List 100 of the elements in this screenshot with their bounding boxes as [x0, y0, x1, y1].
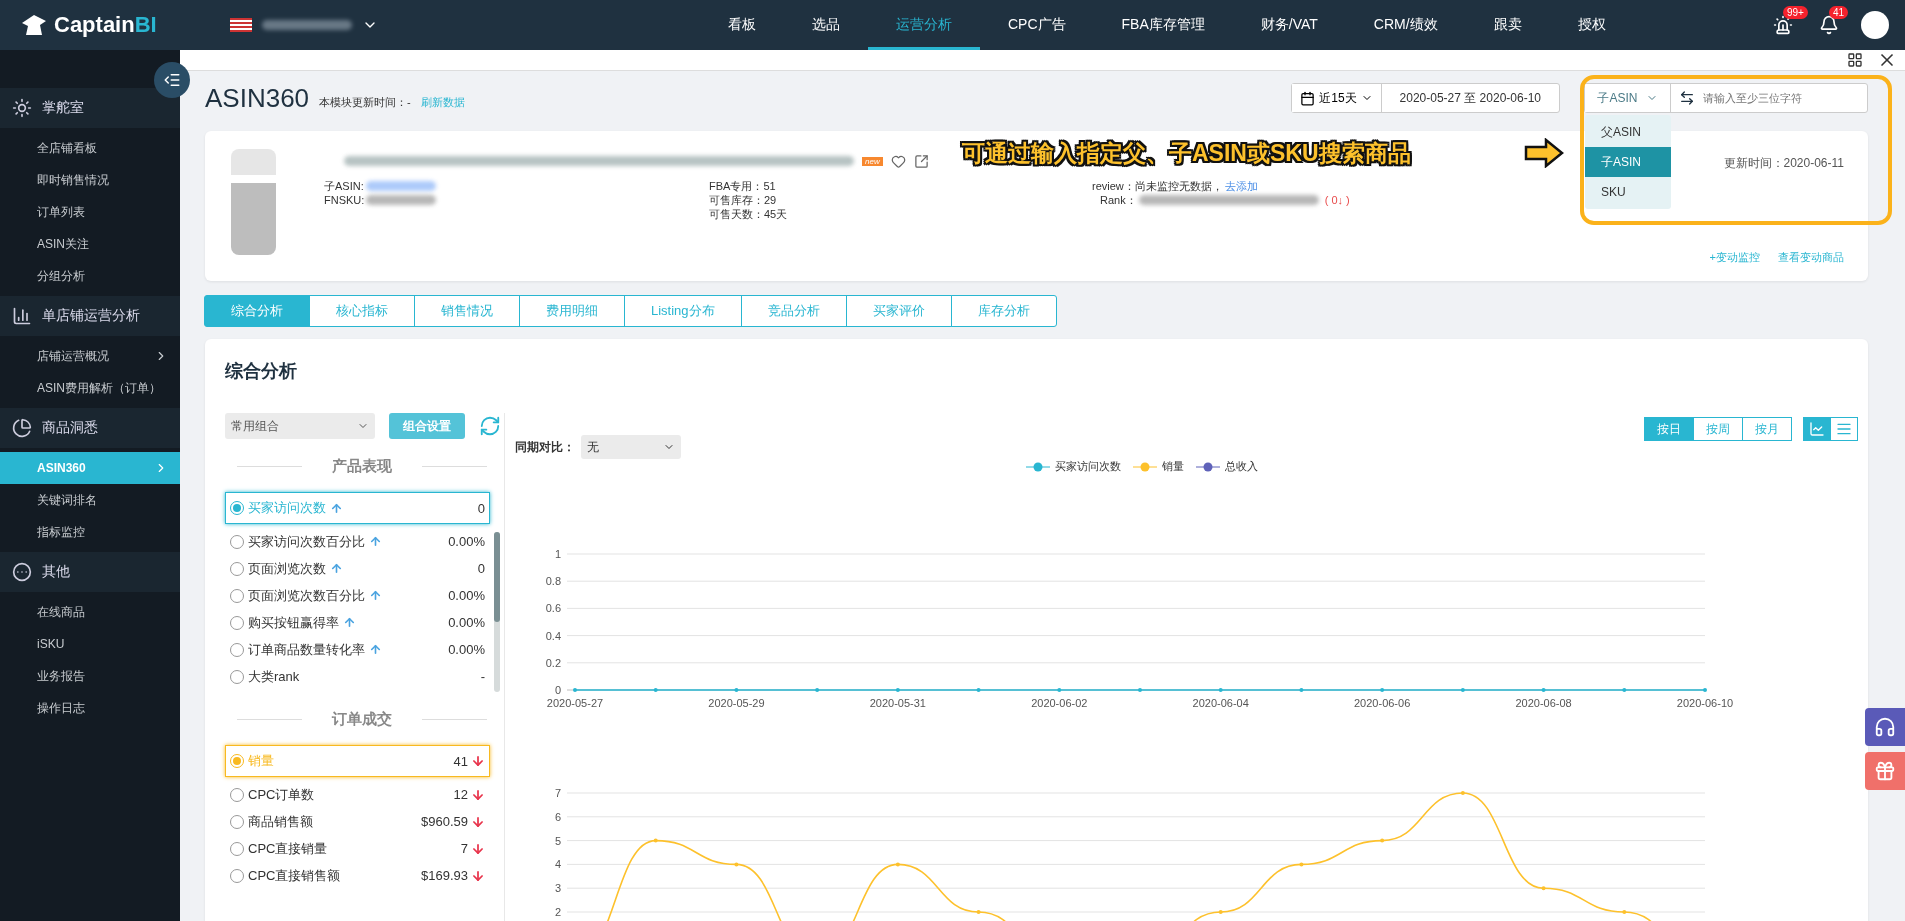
heart-icon[interactable] — [890, 153, 906, 169]
metric-value: 0.00% — [448, 588, 485, 603]
data-point — [1380, 688, 1385, 692]
x-tick-label: 2020-06-04 — [1192, 697, 1249, 709]
type-dropdown[interactable]: 子ASIN — [1585, 84, 1671, 112]
metric-row[interactable]: CPC直接销售额 $169.93 — [225, 862, 490, 889]
legend-label[interactable]: 买家访问次数 — [1054, 459, 1121, 474]
sidebar-group-header[interactable]: 单店铺运营分析 — [0, 296, 180, 336]
metric-row[interactable]: CPC直接销量 7 — [225, 835, 490, 862]
gift-button[interactable] — [1865, 752, 1905, 790]
update-time: 本模块更新时间：- — [319, 94, 411, 110]
alarm-icon[interactable] — [1773, 15, 1793, 35]
metric-label: 订单商品数量转化率 — [248, 640, 365, 659]
bell-icon[interactable] — [1819, 15, 1839, 35]
page-title: ASIN360 — [205, 82, 310, 114]
scrollbar[interactable] — [494, 532, 500, 692]
sidebar-item[interactable]: 业务报告 — [0, 660, 180, 692]
data-point — [734, 862, 739, 867]
section-title: 综合分析 — [224, 360, 298, 383]
data-point — [895, 688, 900, 692]
sidebar-item[interactable]: 在线商品 — [0, 596, 180, 628]
data-point — [1218, 910, 1223, 914]
metric-row[interactable]: 商品销售额 $960.59 — [225, 808, 490, 835]
arrow-up-icon — [369, 535, 382, 548]
refresh-icon[interactable] — [479, 415, 501, 437]
metric-row[interactable]: 页面浏览次数 0 — [225, 555, 490, 582]
metric-row[interactable]: 订单商品数量转化率 0.00% — [225, 636, 490, 663]
metric-row[interactable]: 购买按钮赢得率 0.00% — [225, 609, 490, 636]
y-tick-label: 2 — [554, 906, 561, 918]
line-chart-button[interactable] — [1803, 417, 1831, 441]
swap-icon — [1679, 90, 1695, 106]
sidebar-group-header[interactable]: 商品洞悉 — [0, 408, 180, 448]
metric-row[interactable]: 大类rank - — [225, 663, 490, 690]
nav-item[interactable]: CRM/绩效 — [1345, 0, 1466, 50]
data-point — [653, 688, 658, 692]
sidebar-item[interactable]: 订单列表 — [0, 196, 180, 228]
nav-item[interactable]: FBA库存管理 — [1093, 0, 1233, 50]
menu-item[interactable]: 父ASIN — [1585, 117, 1671, 147]
new-badge: new — [862, 156, 883, 166]
x-tick-label: 2020-05-29 — [708, 697, 765, 709]
menu-item[interactable]: SKU — [1585, 177, 1671, 207]
data-point — [976, 688, 981, 692]
data-point — [653, 838, 658, 843]
sidebar-group-header[interactable]: 其他 — [0, 552, 180, 592]
metric-label: 大类rank — [248, 667, 300, 686]
data-point — [1460, 791, 1465, 795]
combo-select[interactable]: 常用组合 — [225, 413, 375, 439]
metric-value: 0.00% — [448, 615, 485, 630]
metric-row[interactable]: 买家访问次数百分比 0.00% — [225, 528, 490, 555]
avatar[interactable] — [1861, 11, 1889, 39]
metric-label: 销量 — [248, 752, 274, 770]
data-point — [1218, 688, 1223, 692]
sidebar-item[interactable]: 即时销售情况 — [0, 164, 180, 196]
date-picker[interactable]: 近15天 2020-05-27 至 2020-06-10 — [1291, 83, 1560, 113]
grid-icon[interactable] — [1847, 52, 1863, 68]
legend-label[interactable]: 总收入 — [1224, 459, 1258, 474]
metric-value: 0.00% — [448, 642, 485, 657]
field-label: Rank： — [1100, 193, 1137, 207]
sidebar-item[interactable]: 分组分析 — [0, 260, 180, 292]
sidebar-item[interactable]: ASIN费用解析（订单） — [0, 372, 180, 404]
sidebar-item[interactable]: 全店铺看板 — [0, 132, 180, 164]
legend-label[interactable]: 销量 — [1161, 459, 1184, 474]
nav-item[interactable]: 授权 — [1549, 0, 1634, 50]
range-dropdown[interactable]: 近15天 — [1292, 84, 1382, 112]
metric-row[interactable]: 页面浏览次数百分比 0.00% — [225, 582, 490, 609]
nav-item[interactable]: CPC广告 — [980, 0, 1094, 50]
sidebar-item[interactable]: 关键词排名 — [0, 484, 180, 516]
sidebar-group-header[interactable]: 掌舵室 — [0, 88, 180, 128]
sidebar-item[interactable]: ASIN关注 — [0, 228, 180, 260]
external-link-icon[interactable] — [913, 153, 929, 169]
gift-icon — [1874, 760, 1896, 782]
compare-select[interactable]: 无 — [581, 435, 681, 459]
nav-item[interactable]: 跟卖 — [1465, 0, 1550, 50]
add-link[interactable]: 去添加 — [1224, 179, 1258, 193]
nav-item[interactable]: 财务/VAT — [1232, 0, 1346, 50]
sun-icon — [12, 98, 32, 118]
ellipsis-icon — [12, 562, 32, 582]
support-button[interactable] — [1865, 708, 1905, 746]
headset-icon — [1874, 716, 1896, 738]
sidebar-item[interactable]: 店铺运营概况 — [0, 340, 180, 372]
stock-info: 可售库存：29 — [709, 193, 778, 207]
metric-row[interactable]: CPC订单数 12 — [225, 781, 490, 808]
sidebar-item[interactable]: iSKU — [0, 628, 180, 660]
sidebar-item[interactable]: 指标监控 — [0, 516, 180, 548]
table-view-button[interactable] — [1830, 417, 1858, 441]
metric-label: 页面浏览次数 — [248, 559, 326, 578]
arrow-up-icon — [343, 616, 356, 629]
nav-item[interactable]: 看板 — [700, 0, 784, 50]
nav-item[interactable]: 选品 — [784, 0, 868, 50]
data-point — [815, 688, 820, 692]
sidebar-item[interactable]: 操作日志 — [0, 692, 180, 724]
data-point — [976, 910, 981, 914]
menu-item[interactable]: 子ASIN — [1585, 147, 1671, 177]
y-tick-label: 5 — [554, 834, 561, 847]
collapse-button[interactable] — [154, 62, 190, 98]
arrow-up-icon — [369, 589, 382, 602]
metric-row[interactable]: 买家访问次数 0 — [225, 492, 490, 524]
data-point — [1299, 862, 1304, 867]
metric-row[interactable]: 销量 41 — [225, 745, 490, 777]
x-tick-label: 2020-06-06 — [1354, 697, 1411, 709]
